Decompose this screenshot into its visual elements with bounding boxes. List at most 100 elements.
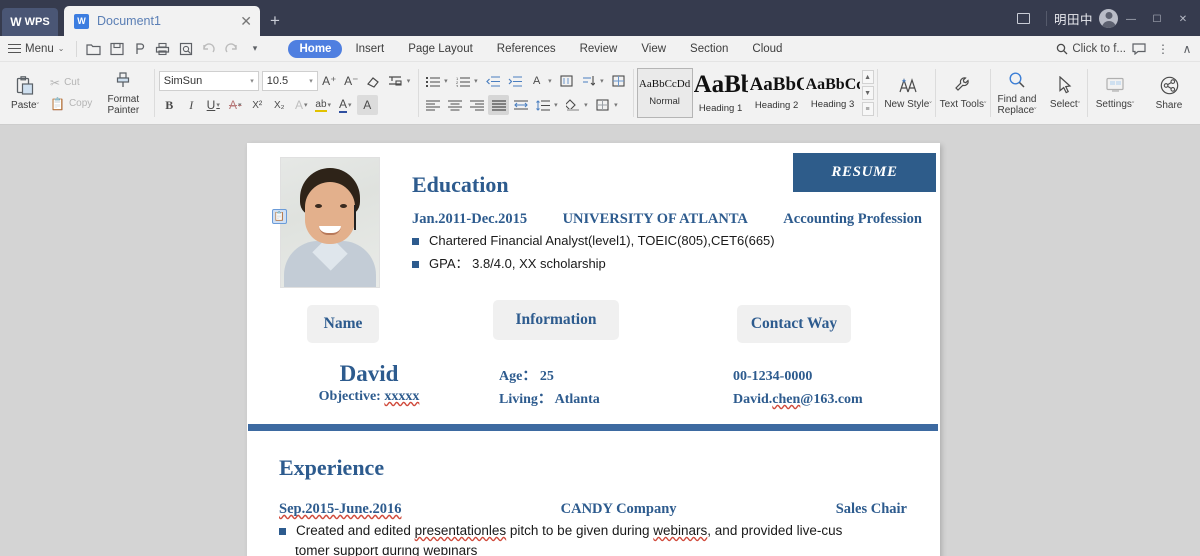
paste-button[interactable]: Pasteˇ xyxy=(4,65,46,121)
bold-button[interactable]: B xyxy=(159,95,180,115)
sort-icon[interactable] xyxy=(578,71,599,91)
subscript-button[interactable]: X₂ xyxy=(269,95,290,115)
collapse-ribbon-icon[interactable]: ∧ xyxy=(1176,39,1198,59)
justify-icon[interactable] xyxy=(488,95,510,115)
decrease-indent-icon[interactable] xyxy=(482,71,503,91)
select-label: Selectˇ xyxy=(1049,99,1081,110)
character-shading-button[interactable]: A xyxy=(356,95,378,115)
split-view-button[interactable] xyxy=(1009,7,1039,29)
experience-bullets: Created and edited presentationles pitch… xyxy=(279,523,919,543)
clear-formatting-icon[interactable] xyxy=(363,71,384,91)
gallery-scroll-down-icon[interactable]: ▼ xyxy=(861,86,874,100)
text-effects-button[interactable]: A ▾ xyxy=(291,95,312,115)
gallery-more-icon[interactable]: ≡ xyxy=(861,102,874,116)
tab-cloud[interactable]: Cloud xyxy=(741,40,793,58)
text-tools-button[interactable]: Text Toolsˇ xyxy=(936,65,990,121)
new-style-button[interactable]: New Styleˇ xyxy=(881,65,935,121)
document-canvas[interactable]: 📋 RESUME Education Jan.2011-Dec.2015 UNI… xyxy=(0,126,1200,556)
numbered-list-icon[interactable]: 123 xyxy=(452,71,473,91)
document-page[interactable]: 📋 RESUME Education Jan.2011-Dec.2015 UNI… xyxy=(247,143,940,556)
style-heading-3[interactable]: AaBbCc Heading 3 xyxy=(804,68,861,118)
numbered-list-dropdown-icon[interactable]: ▾ xyxy=(474,77,481,85)
tab-view[interactable]: View xyxy=(630,40,677,58)
customize-quick-access-icon[interactable]: ▾ xyxy=(244,38,265,59)
avatar[interactable] xyxy=(1099,8,1118,28)
show-formatting-marks-icon[interactable] xyxy=(608,71,629,91)
style-heading-1[interactable]: AaBb Heading 1 xyxy=(692,68,749,118)
font-color-button[interactable]: A ▾ xyxy=(335,95,356,115)
undo-icon[interactable] xyxy=(198,38,219,59)
align-left-icon[interactable] xyxy=(422,95,443,115)
align-center-icon[interactable] xyxy=(444,95,465,115)
italic-button[interactable]: I xyxy=(181,95,202,115)
font-size-select[interactable]: 10.5 ▾ xyxy=(261,71,318,91)
borders-icon[interactable] xyxy=(592,95,613,115)
close-window-button[interactable]: ✕ xyxy=(1170,11,1196,27)
settings-button[interactable]: Settingsˇ xyxy=(1088,65,1142,121)
paste-options-icon[interactable]: 📋 xyxy=(272,209,287,224)
strikethrough-button[interactable]: A ▾ xyxy=(225,95,246,115)
redo-icon[interactable] xyxy=(221,38,242,59)
style-normal[interactable]: AaBbCcDd Normal xyxy=(636,68,693,118)
grow-font-button[interactable]: A⁺ xyxy=(319,71,340,91)
search-icon xyxy=(1057,43,1068,55)
wps-logo-badge[interactable]: W WPS xyxy=(2,8,58,36)
settings-icon xyxy=(1105,77,1125,97)
copy-button[interactable]: 📋 Copy xyxy=(46,95,96,113)
cut-button[interactable]: ✂ Cut xyxy=(46,74,96,92)
menu-button[interactable]: Menu ⌄ xyxy=(0,38,71,60)
find-and-replace-button[interactable]: Find and Replaceˇ xyxy=(991,65,1043,121)
style-heading-2[interactable]: AaBbC Heading 2 xyxy=(748,68,805,118)
format-painter-button[interactable]: Format Painter xyxy=(96,65,150,121)
output-pdf-icon[interactable] xyxy=(129,38,150,59)
print-icon[interactable] xyxy=(152,38,173,59)
tab-references[interactable]: References xyxy=(486,40,567,58)
pinyin-icon[interactable] xyxy=(556,71,577,91)
bullet-list-dropdown-icon[interactable]: ▾ xyxy=(444,77,451,85)
tab-section[interactable]: Section xyxy=(679,40,739,58)
user-name-label[interactable]: 明田中 xyxy=(1054,9,1093,28)
shading-icon[interactable] xyxy=(562,95,583,115)
select-button[interactable]: Selectˇ xyxy=(1043,65,1087,121)
minimize-button[interactable]: — xyxy=(1118,11,1144,27)
font-family-select[interactable]: SimSun ▾ xyxy=(158,71,259,91)
asian-layout-icon[interactable]: A xyxy=(526,71,547,91)
pinyin-guide-icon[interactable] xyxy=(385,71,406,91)
new-tab-button[interactable]: + xyxy=(260,6,290,36)
tab-insert[interactable]: Insert xyxy=(344,40,395,58)
highlight-button[interactable]: ab ▾ xyxy=(313,95,334,115)
increase-indent-icon[interactable] xyxy=(504,71,525,91)
distribute-icon[interactable] xyxy=(510,95,531,115)
search-commands-box[interactable]: Click to f... xyxy=(1056,43,1126,55)
borders-dropdown-icon[interactable]: ▾ xyxy=(614,101,621,109)
education-bullets: Chartered Financial Analyst(level1), TOE… xyxy=(412,233,912,277)
sort-dropdown-icon[interactable]: ▾ xyxy=(600,77,607,85)
profile-photo[interactable] xyxy=(280,157,380,288)
save-icon[interactable] xyxy=(106,38,127,59)
line-spacing-icon[interactable] xyxy=(532,95,553,115)
education-period: Jan.2011-Dec.2015 xyxy=(412,211,528,227)
print-preview-icon[interactable] xyxy=(175,38,196,59)
superscript-button[interactable]: X² xyxy=(247,95,268,115)
line-spacing-dropdown-icon[interactable]: ▾ xyxy=(554,101,561,109)
gallery-scroll-up-icon[interactable]: ▲ xyxy=(861,70,874,84)
maximize-button[interactable]: ☐ xyxy=(1144,11,1170,27)
more-options-icon[interactable]: ⋮ xyxy=(1152,39,1174,59)
shading-dropdown-icon[interactable]: ▾ xyxy=(584,101,591,109)
resume-banner: RESUME xyxy=(793,153,936,192)
tab-home[interactable]: Home xyxy=(288,39,343,58)
align-right-icon[interactable] xyxy=(466,95,487,115)
comment-icon[interactable] xyxy=(1128,39,1150,59)
misspelled-word: xxxxx xyxy=(384,389,420,404)
tab-review[interactable]: Review xyxy=(569,40,629,58)
underline-button[interactable]: U ▾ xyxy=(203,95,224,115)
asian-layout-dropdown-icon[interactable]: ▾ xyxy=(548,77,555,85)
bullet-list-icon[interactable] xyxy=(422,71,443,91)
document-tab[interactable]: W Document1 ✕ xyxy=(64,6,260,36)
share-button[interactable]: Share xyxy=(1142,65,1196,121)
close-tab-icon[interactable]: ✕ xyxy=(240,14,252,28)
shrink-font-button[interactable]: A⁻ xyxy=(341,71,362,91)
pinyin-dropdown-icon[interactable]: ▾ xyxy=(407,77,414,85)
open-file-icon[interactable] xyxy=(83,38,104,59)
tab-page-layout[interactable]: Page Layout xyxy=(397,40,484,58)
